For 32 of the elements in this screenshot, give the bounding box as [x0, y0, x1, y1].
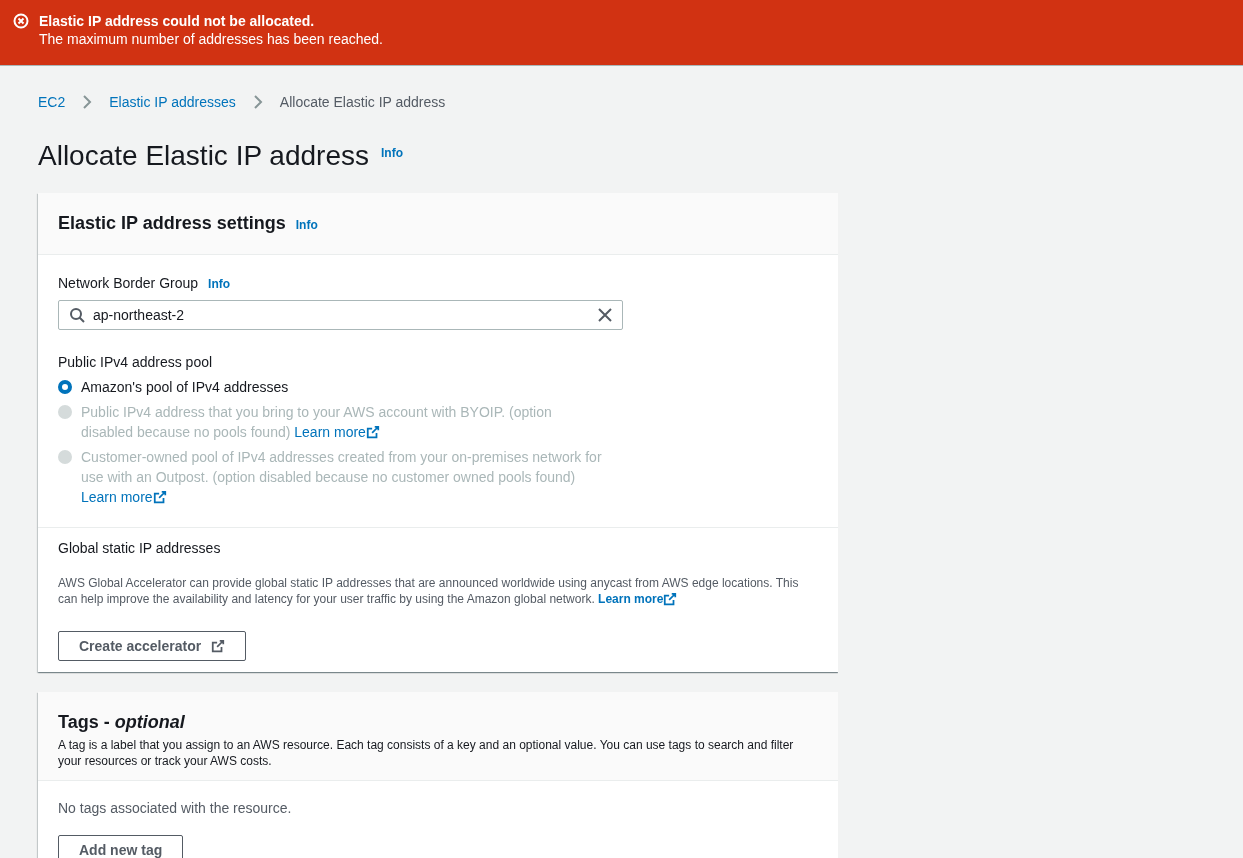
search-field[interactable]: ap-northeast-2: [58, 300, 623, 330]
learn-more-link[interactable]: Learn more: [598, 591, 678, 607]
breadcrumb-link[interactable]: EC2: [38, 94, 66, 110]
field-label: Public IPv4 address pool: [58, 353, 214, 372]
add-new-tag-button[interactable]: Add new tag: [58, 835, 184, 858]
create-accelerator-button[interactable]: Create accelerator: [58, 631, 247, 661]
error-icon: [13, 13, 29, 29]
radio-label: Amazon's pool of IPv4 addresses: [81, 378, 290, 397]
search-icon: [69, 307, 85, 323]
section-title: Tags - optional: [58, 711, 186, 733]
error-title: Elastic IP address could not be allocated.: [39, 13, 316, 30]
external-link-icon: [152, 490, 167, 504]
info-link[interactable]: Info: [208, 274, 231, 294]
section-title: Elastic IP address settings: [58, 212, 286, 234]
external-link-icon: [365, 425, 380, 439]
breadcrumb-link[interactable]: Elastic IP addresses: [109, 94, 236, 110]
page-title: Allocate Elastic IP address: [38, 139, 369, 173]
info-link[interactable]: Info: [295, 214, 318, 236]
radio-label: Public IPv4 address that you bring to your AWS account with BYOIP. (option disabled because no pools found) Learn more: [81, 403, 553, 442]
clear-icon[interactable]: [597, 307, 613, 323]
breadcrumb-current: Allocate Elastic IP address: [279, 94, 446, 110]
field-label: Network Border Group: [58, 274, 199, 293]
error-message: The maximum number of addresses has been reached.: [39, 30, 383, 48]
external-link-icon: [663, 592, 678, 606]
subsection-title: Global static IP addresses: [58, 539, 222, 558]
radio-label: Customer-owned pool of IPv4 addresses created from your on-premises network for use with an Outpost. (option disabled because no customer owned pools found) Learn more: [81, 448, 603, 507]
info-link[interactable]: Info: [381, 136, 403, 170]
empty-state-text: No tags associated with the resource.: [58, 799, 293, 818]
description-text: AWS Global Accelerator can provide global static IP addresses that are announced worldwide using anycast from AWS edge locations. This can help improve the availability and latency for your user traffic by using the Amazon global network. Learn more: [58, 575, 800, 607]
section-description: A tag is a label that you assign to an AWS resource. Each tag consists of a key and an optional value. You can use tags to search and filter your resources or track your AWS costs.: [58, 737, 795, 769]
radio-button[interactable]: [58, 380, 72, 394]
external-link-icon: [211, 639, 226, 653]
